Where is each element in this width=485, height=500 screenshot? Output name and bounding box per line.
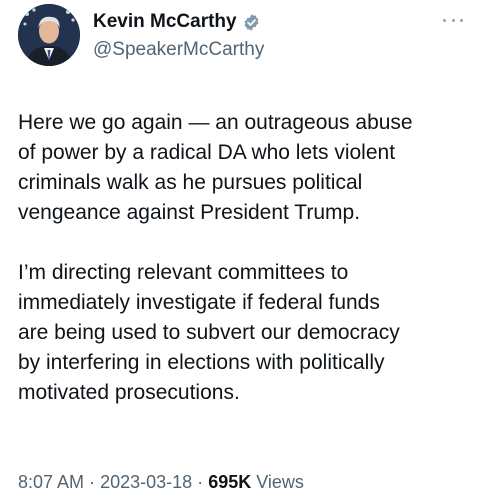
tweet-card: Kevin McCarthy @SpeakerMcCarthy Here we … [0, 0, 485, 500]
more-dot [443, 18, 446, 22]
tweet-paragraph-2: I’m directing relevant committees to imm… [18, 261, 400, 404]
tweet-date[interactable]: 2023-03-18 [100, 472, 192, 492]
tweet-text: Here we go again — an outrageous abuse o… [18, 108, 480, 408]
tweet-time[interactable]: 8:07 AM [18, 472, 84, 492]
display-name[interactable]: Kevin McCarthy [93, 10, 237, 34]
verified-badge-icon [244, 13, 259, 31]
more-options-icon[interactable] [443, 15, 463, 25]
views-count: 695K [208, 472, 252, 492]
meta-separator: · [197, 472, 204, 492]
avatar-photo-icon [18, 4, 80, 66]
tweet-paragraph-1: Here we go again — an outrageous abuse o… [18, 111, 413, 224]
author-handle[interactable]: @SpeakerMcCarthy [93, 38, 264, 62]
author-name-row: Kevin McCarthy [93, 10, 261, 34]
meta-separator: · [89, 472, 96, 492]
more-dot [451, 18, 455, 22]
views-label: Views [256, 472, 304, 492]
avatar[interactable] [18, 4, 80, 66]
tweet-meta: 8:07 AM · 2023-03-18 · 695K Views [18, 470, 304, 494]
more-dot [460, 18, 463, 22]
